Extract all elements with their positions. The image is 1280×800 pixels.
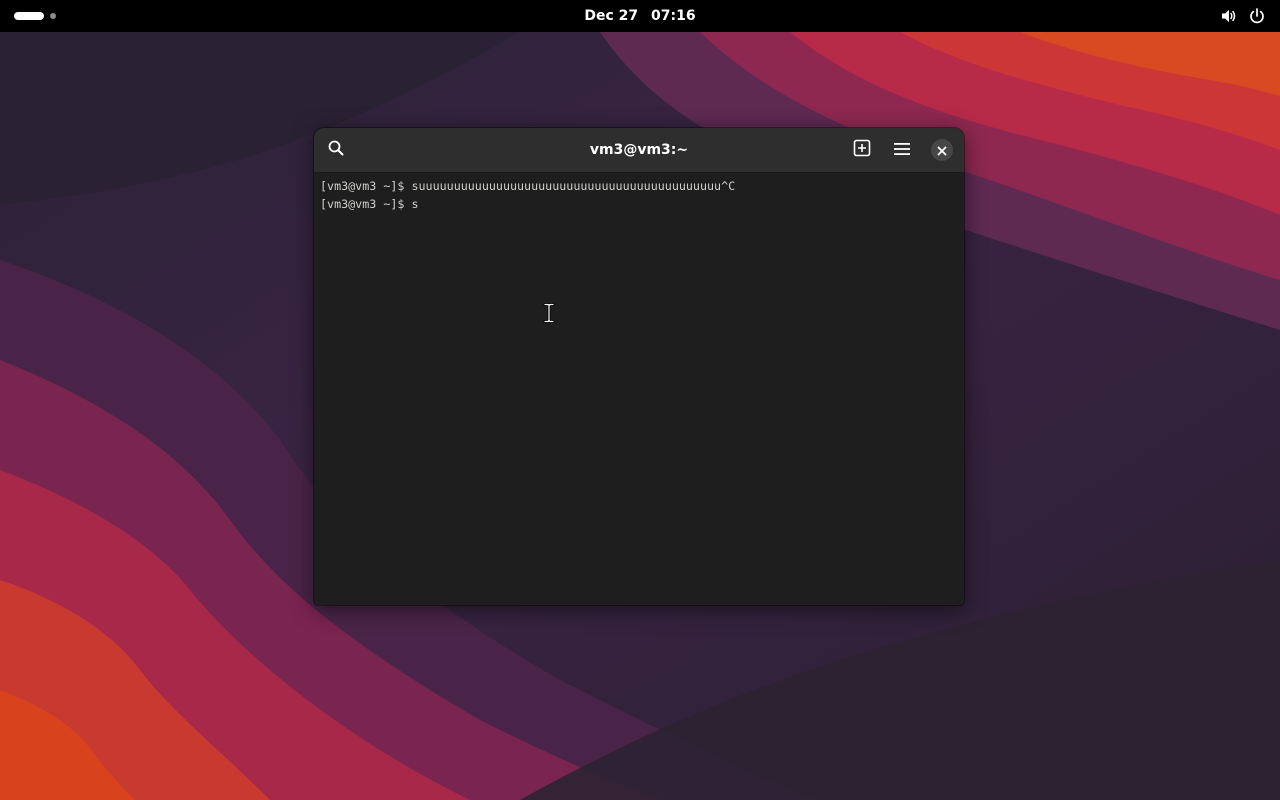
terminal-headerbar[interactable]: vm3@vm3:~ xyxy=(314,128,964,173)
mouse-ibeam-cursor-icon xyxy=(543,303,555,323)
main-menu-button[interactable] xyxy=(888,136,916,164)
terminal-output-area[interactable]: [vm3@vm3 ~]$ suuuuuuuuuuuuuuuuuuuuuuuuuu… xyxy=(314,173,964,605)
date-label: Dec 27 xyxy=(584,8,639,24)
top-bar: Dec 27 07:16 xyxy=(0,0,1280,32)
time-label: 07:16 xyxy=(651,8,696,24)
window-title: vm3@vm3:~ xyxy=(589,142,689,158)
terminal-line: [vm3@vm3 ~]$ suuuuuuuuuuuuuuuuuuuuuuuuuu… xyxy=(320,179,736,193)
close-icon xyxy=(937,141,947,160)
active-workspace-indicator xyxy=(14,12,44,20)
date-time-button[interactable]: Dec 27 07:16 xyxy=(540,0,740,32)
speaker-volume-icon xyxy=(1220,7,1238,25)
system-menu-button[interactable] xyxy=(1220,0,1266,32)
activities-button[interactable] xyxy=(14,9,56,23)
inactive-workspace-indicator xyxy=(50,13,56,19)
search-button[interactable] xyxy=(322,136,350,164)
terminal-window: vm3@vm3:~ [vm3@vm3 ~]$ suuuuuuuuuuuuuuuu… xyxy=(314,128,964,605)
close-button[interactable] xyxy=(931,139,953,161)
search-icon xyxy=(327,139,345,161)
terminal-line: [vm3@vm3 ~]$ s xyxy=(320,197,419,211)
hamburger-menu-icon xyxy=(894,141,910,160)
new-tab-icon xyxy=(853,139,871,161)
new-tab-button[interactable] xyxy=(848,136,876,164)
power-icon xyxy=(1248,7,1266,25)
